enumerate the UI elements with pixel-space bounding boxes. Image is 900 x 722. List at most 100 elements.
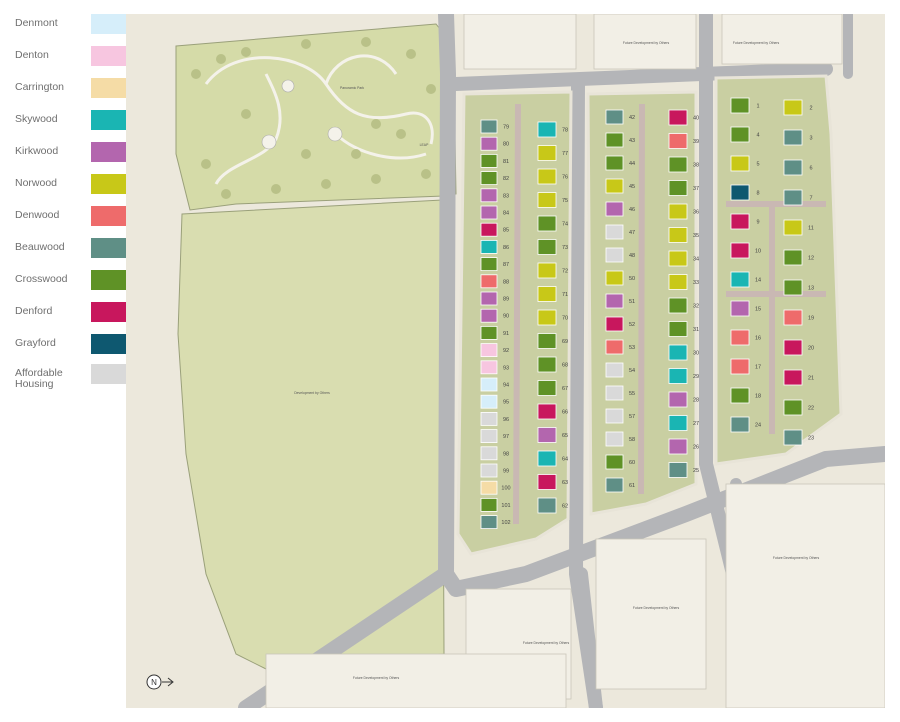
plot-17[interactable]: [730, 358, 750, 375]
plot-13[interactable]: [783, 279, 803, 296]
plot-53[interactable]: [605, 339, 624, 355]
plot-4[interactable]: [730, 126, 750, 143]
plot-78[interactable]: [537, 121, 557, 138]
plot-29[interactable]: [668, 368, 688, 384]
plot-44[interactable]: [605, 155, 624, 171]
plot-79[interactable]: [480, 119, 498, 134]
plot-24[interactable]: [730, 416, 750, 433]
plot-98[interactable]: [480, 446, 498, 461]
plot-16[interactable]: [730, 329, 750, 346]
plot-38[interactable]: [668, 156, 688, 173]
plot-89[interactable]: [480, 291, 498, 306]
plot-91[interactable]: [480, 325, 498, 340]
plot-65[interactable]: [537, 427, 557, 443]
plot-45[interactable]: [605, 178, 624, 194]
plot-83[interactable]: [480, 188, 498, 203]
plot-47[interactable]: [605, 224, 624, 240]
plot-100[interactable]: [480, 480, 498, 495]
plot-23[interactable]: [783, 429, 803, 446]
plot-57[interactable]: [605, 408, 624, 424]
plot-8[interactable]: [730, 184, 750, 201]
plot-101[interactable]: [480, 497, 498, 512]
plot-32[interactable]: [668, 297, 688, 314]
plot-35[interactable]: [668, 227, 688, 243]
plot-15[interactable]: [730, 300, 750, 317]
plot-39[interactable]: [668, 133, 688, 149]
plot-102[interactable]: [480, 515, 498, 530]
plot-number: 52: [629, 322, 635, 328]
plot-77[interactable]: [537, 145, 557, 161]
plot-6[interactable]: [783, 159, 803, 176]
plot-88[interactable]: [480, 274, 498, 289]
plot-43[interactable]: [605, 132, 624, 148]
plot-12[interactable]: [783, 249, 803, 266]
plot-9[interactable]: [730, 213, 750, 230]
plot-50[interactable]: [605, 270, 624, 286]
plot-71[interactable]: [537, 286, 557, 302]
plot-95[interactable]: [480, 394, 498, 409]
plot-55[interactable]: [605, 385, 624, 401]
plot-48[interactable]: [605, 247, 624, 263]
plot-87[interactable]: [480, 257, 498, 272]
plot-31[interactable]: [668, 321, 688, 337]
plot-64[interactable]: [537, 450, 557, 467]
plot-51[interactable]: [605, 293, 624, 309]
plot-96[interactable]: [480, 411, 498, 426]
plot-85[interactable]: [480, 222, 498, 237]
plot-76[interactable]: [537, 168, 557, 185]
plot-33[interactable]: [668, 274, 688, 290]
plot-93[interactable]: [480, 360, 498, 375]
plot-80[interactable]: [480, 136, 498, 151]
plot-67[interactable]: [537, 380, 557, 396]
plot-19[interactable]: [783, 309, 803, 326]
plot-92[interactable]: [480, 343, 498, 358]
plot-61[interactable]: [605, 477, 624, 493]
plot-14[interactable]: [730, 271, 750, 288]
plot-1[interactable]: [730, 97, 750, 114]
plot-75[interactable]: [537, 192, 557, 208]
plot-42[interactable]: [605, 109, 624, 125]
plot-90[interactable]: [480, 308, 498, 323]
plot-22[interactable]: [783, 399, 803, 416]
plot-2[interactable]: [783, 99, 803, 116]
plot-21[interactable]: [783, 369, 803, 386]
plot-63[interactable]: [537, 474, 557, 490]
plot-40[interactable]: [668, 109, 688, 126]
plot-84[interactable]: [480, 205, 498, 220]
plot-86[interactable]: [480, 239, 498, 254]
plot-60[interactable]: [605, 454, 624, 470]
plot-81[interactable]: [480, 153, 498, 168]
plot-52[interactable]: [605, 316, 624, 332]
plot-97[interactable]: [480, 429, 498, 444]
site-map[interactable]: Panoramic Park LEAP Development by Other…: [126, 14, 885, 708]
plot-68[interactable]: [537, 356, 557, 373]
plot-69[interactable]: [537, 333, 557, 349]
plot-74[interactable]: [537, 215, 557, 232]
plot-46[interactable]: [605, 201, 624, 217]
plot-20[interactable]: [783, 339, 803, 356]
plot-25[interactable]: [668, 462, 688, 478]
plot-11[interactable]: [783, 219, 803, 236]
plot-99[interactable]: [480, 463, 498, 478]
plot-73[interactable]: [537, 239, 557, 255]
plot-18[interactable]: [730, 387, 750, 404]
plot-62[interactable]: [537, 497, 557, 514]
plot-70[interactable]: [537, 309, 557, 326]
plot-36[interactable]: [668, 203, 688, 220]
plot-28[interactable]: [668, 391, 688, 408]
plot-10[interactable]: [730, 242, 750, 259]
plot-27[interactable]: [668, 415, 688, 431]
plot-34[interactable]: [668, 250, 688, 267]
plot-54[interactable]: [605, 362, 624, 378]
plot-82[interactable]: [480, 171, 498, 186]
plot-30[interactable]: [668, 344, 688, 361]
plot-26[interactable]: [668, 438, 688, 455]
plot-94[interactable]: [480, 377, 498, 392]
plot-37[interactable]: [668, 180, 688, 196]
plot-3[interactable]: [783, 129, 803, 146]
plot-5[interactable]: [730, 155, 750, 172]
plot-7[interactable]: [783, 189, 803, 206]
plot-66[interactable]: [537, 403, 557, 420]
plot-72[interactable]: [537, 262, 557, 279]
plot-58[interactable]: [605, 431, 624, 447]
